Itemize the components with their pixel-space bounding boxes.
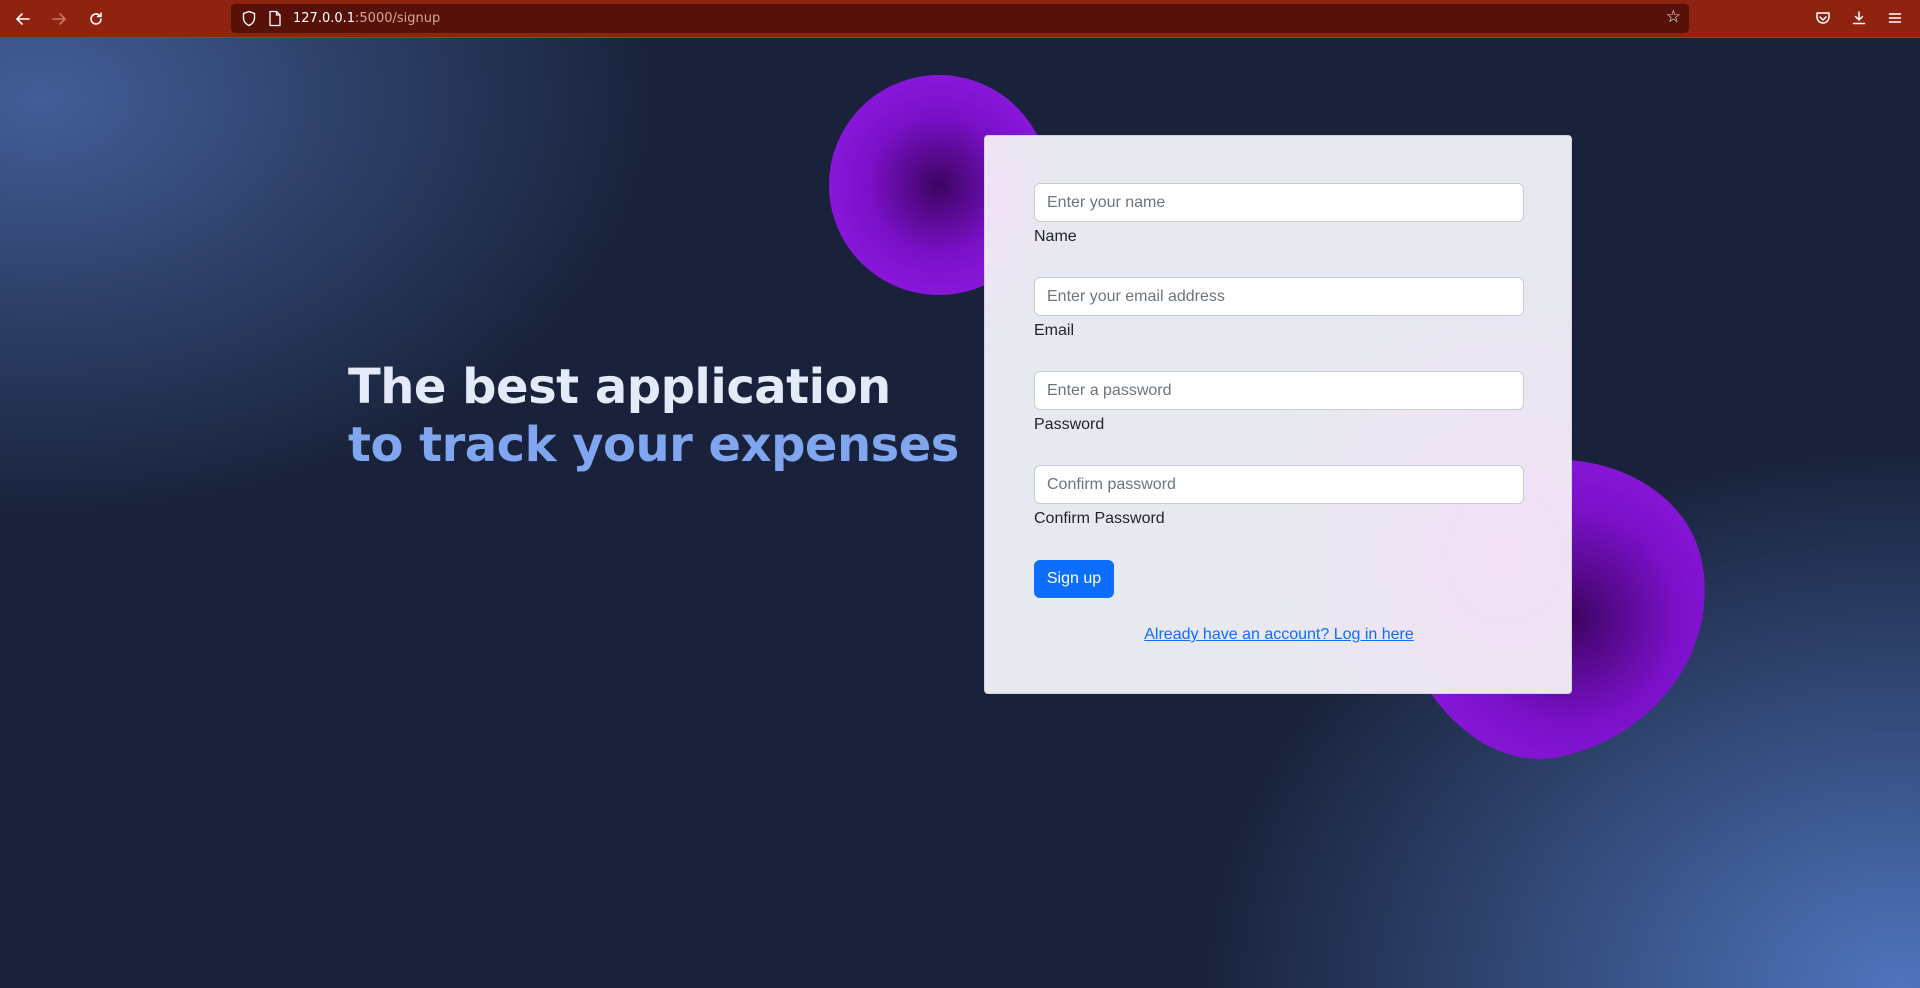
name-field-group: Name [1034, 183, 1524, 246]
page-background: The best application to track your expen… [0, 38, 1920, 988]
arrow-right-icon [52, 13, 66, 25]
password-label: Password [1034, 416, 1105, 433]
signup-button[interactable]: Sign up [1034, 560, 1114, 598]
pocket-icon [1816, 12, 1830, 24]
url-text[interactable]: 127.0.0.1:5000/signup [293, 11, 440, 26]
email-input[interactable] [1034, 277, 1524, 316]
pocket-button[interactable] [1812, 7, 1834, 29]
downloads-button[interactable] [1848, 7, 1870, 29]
signup-card: Name Email Password Confirm Password Sig… [984, 135, 1572, 694]
back-button[interactable] [11, 7, 35, 31]
password-field-group: Password [1034, 371, 1524, 434]
confirm-password-field-group: Confirm Password [1034, 465, 1524, 528]
name-label: Name [1034, 228, 1077, 245]
url-path: :5000/signup [355, 11, 441, 26]
hero-line-2: to track your expenses [348, 417, 959, 473]
arrow-left-icon [16, 13, 30, 25]
url-host: 127.0.0.1 [293, 11, 356, 26]
email-label: Email [1034, 322, 1075, 339]
name-input[interactable] [1034, 183, 1524, 222]
menu-button[interactable] [1884, 7, 1906, 29]
star-icon[interactable]: ☆ [1666, 7, 1681, 27]
confirm-password-label: Confirm Password [1034, 510, 1165, 527]
forward-button[interactable] [47, 7, 71, 31]
browser-toolbar: 127.0.0.1:5000/signup ☆ [0, 0, 1920, 38]
confirm-password-input[interactable] [1034, 465, 1524, 504]
download-icon [1852, 11, 1866, 25]
hamburger-menu-icon [1888, 13, 1902, 23]
login-link[interactable]: Already have an account? Log in here [985, 626, 1573, 644]
reload-button[interactable] [84, 7, 108, 31]
shield-icon[interactable] [241, 10, 257, 27]
email-field-group: Email [1034, 277, 1524, 340]
address-bar[interactable]: 127.0.0.1:5000/signup ☆ [231, 4, 1689, 33]
page-icon [269, 10, 281, 27]
hero-heading: The best application to track your expen… [348, 358, 959, 474]
reload-icon [90, 12, 102, 25]
hero-line-1: The best application [348, 359, 891, 415]
password-input[interactable] [1034, 371, 1524, 410]
